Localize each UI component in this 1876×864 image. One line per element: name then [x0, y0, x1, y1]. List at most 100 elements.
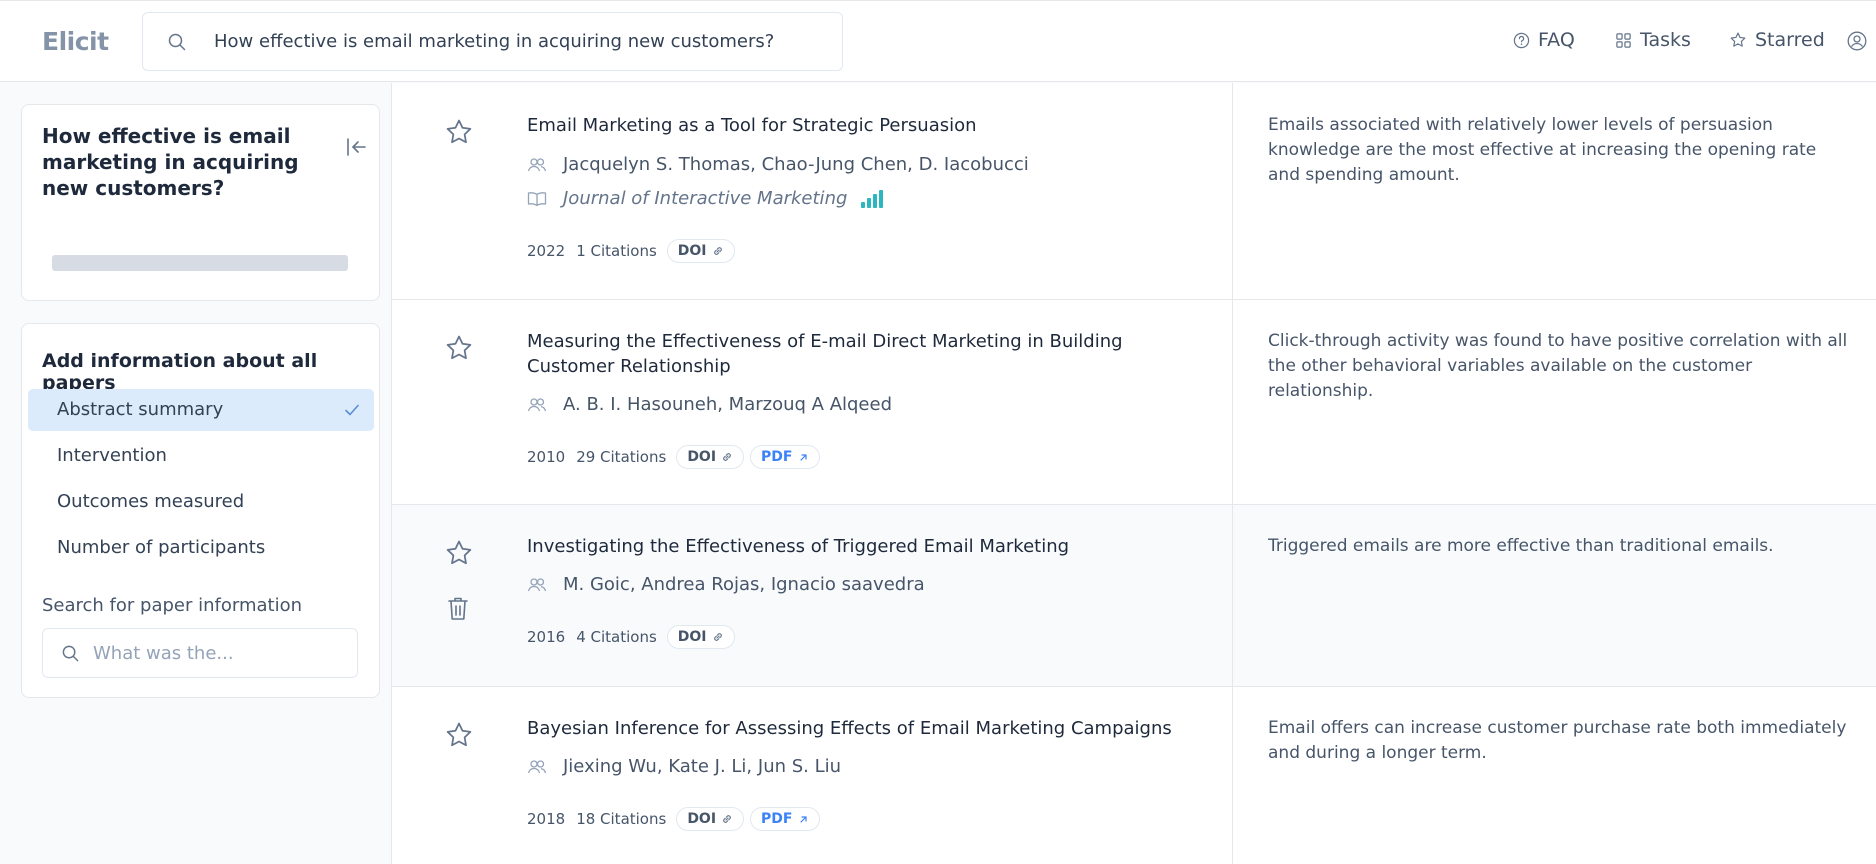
link-icon [723, 453, 731, 461]
search-icon [62, 645, 79, 662]
search-query[interactable]: How effective is email marketing in acqu… [214, 31, 774, 52]
paper-authors: A. B. I. Hasouneh, Marzouq A Alqeed [527, 394, 892, 415]
paper-citations[interactable]: 18 Citations [576, 810, 666, 828]
paper-authors: M. Goic, Andrea Rojas, Ignacio saavedra [527, 574, 925, 595]
paper-title[interactable]: Measuring the Effectiveness of E-mail Di… [527, 329, 1207, 379]
link-icon [713, 247, 722, 255]
link-icon [723, 815, 731, 823]
pdf-label: PDF [761, 449, 793, 465]
star-icon[interactable] [444, 538, 474, 568]
option-outcomes-measured[interactable]: Outcomes measured [28, 481, 374, 523]
grid-icon [1616, 32, 1631, 48]
paper-journal: Journal of Interactive Marketing [527, 188, 884, 209]
star-icon[interactable] [444, 720, 474, 750]
option-label: Number of participants [57, 537, 266, 558]
star-icon[interactable] [444, 117, 474, 147]
doi-link[interactable]: DOI [666, 625, 735, 649]
journal-quality-bars-icon [861, 189, 884, 208]
question-card: How effective is email marketing in acqu… [21, 104, 380, 301]
collapse-sidebar-icon[interactable] [344, 135, 368, 159]
journal-name: Journal of Interactive Marketing [563, 188, 848, 209]
option-label: Abstract summary [57, 399, 224, 420]
search-icon [168, 33, 186, 51]
paper-title[interactable]: Email Marketing as a Tool for Strategic … [527, 113, 1207, 138]
column-divider [1232, 687, 1233, 864]
paper-footer: 2010 29 Citations DOI PDF [527, 445, 826, 469]
paper-citations[interactable]: 1 Citations [576, 242, 657, 260]
column-divider [1232, 83, 1233, 299]
users-icon [527, 157, 547, 171]
column-divider [1232, 300, 1233, 504]
top-header: Elicit How effective is email marketing … [0, 0, 1876, 82]
doi-label: DOI [677, 629, 707, 645]
paper-citations[interactable]: 29 Citations [576, 448, 666, 466]
option-label: Intervention [57, 445, 167, 466]
paper-row[interactable]: Bayesian Inference for Assessing Effects… [392, 687, 1876, 864]
pdf-link[interactable]: PDF [750, 445, 820, 469]
results-table: Email Marketing as a Tool for Strategic … [391, 83, 1876, 864]
authors-text: M. Goic, Andrea Rojas, Ignacio saavedra [563, 574, 925, 595]
doi-link[interactable]: DOI [676, 807, 745, 831]
nav-tasks-label: Tasks [1640, 29, 1691, 51]
add-information-card: Add information about all papers Abstrac… [21, 323, 380, 698]
users-icon [527, 397, 547, 411]
nav-faq-label: FAQ [1538, 29, 1575, 51]
external-arrow-icon [799, 815, 807, 823]
trash-icon[interactable] [446, 596, 470, 622]
nav-starred[interactable]: Starred [1729, 29, 1825, 51]
paper-summary: Email offers can increase customer purch… [1268, 718, 1847, 763]
paper-info-search-placeholder: What was the... [93, 643, 234, 664]
paper-row[interactable]: Email Marketing as a Tool for Strategic … [392, 83, 1876, 300]
pdf-link[interactable]: PDF [750, 807, 820, 831]
loading-placeholder-bar [52, 255, 348, 271]
paper-year: 2016 [527, 628, 566, 646]
paper-year: 2018 [527, 810, 566, 828]
nav-faq[interactable]: FAQ [1513, 29, 1575, 51]
paper-footer: 2016 4 Citations DOI [527, 625, 741, 649]
option-abstract-summary[interactable]: Abstract summary [28, 389, 374, 431]
authors-text: Jiexing Wu, Kate J. Li, Jun S. Liu [563, 756, 842, 777]
paper-year: 2022 [527, 242, 566, 260]
paper-summary: Triggered emails are more effective than… [1268, 536, 1774, 556]
option-number-of-participants[interactable]: Number of participants [28, 527, 374, 569]
paper-title[interactable]: Bayesian Inference for Assessing Effects… [527, 716, 1207, 741]
app-logo[interactable]: Elicit [42, 27, 109, 56]
user-avatar-icon[interactable] [1847, 31, 1867, 51]
paper-footer: 2018 18 Citations DOI PDF [527, 807, 826, 831]
add-info-title: Add information about all papers [42, 350, 318, 394]
star-icon[interactable] [444, 333, 474, 363]
paper-info-search-label: Search for paper information [42, 595, 302, 616]
search-bar[interactable]: How effective is email marketing in acqu… [142, 12, 843, 71]
authors-text: Jacquelyn S. Thomas, Chao-Jung Chen, D. … [563, 154, 1029, 175]
book-open-icon [527, 191, 547, 206]
paper-citations[interactable]: 4 Citations [576, 628, 657, 646]
doi-label: DOI [677, 243, 707, 259]
doi-label: DOI [687, 449, 717, 465]
paper-authors: Jacquelyn S. Thomas, Chao-Jung Chen, D. … [527, 154, 1029, 175]
pdf-label: PDF [761, 811, 793, 827]
nav-starred-label: Starred [1755, 29, 1825, 51]
paper-footer: 2022 1 Citations DOI [527, 239, 741, 263]
nav-tasks[interactable]: Tasks [1615, 29, 1691, 51]
paper-row[interactable]: Investigating the Effectiveness of Trigg… [392, 505, 1876, 687]
paper-summary: Emails associated with relatively lower … [1268, 115, 1817, 185]
doi-link[interactable]: DOI [676, 445, 745, 469]
option-label: Outcomes measured [57, 491, 245, 512]
paper-summary: Click-through activity was found to have… [1268, 331, 1848, 401]
doi-link[interactable]: DOI [666, 239, 735, 263]
option-intervention[interactable]: Intervention [28, 435, 374, 477]
authors-text: A. B. I. Hasouneh, Marzouq A Alqeed [563, 394, 893, 415]
question-title: How effective is email marketing in acqu… [42, 124, 299, 200]
users-icon [527, 759, 547, 773]
paper-info-search-input[interactable]: What was the... [42, 628, 358, 678]
paper-year: 2010 [527, 448, 566, 466]
paper-authors: Jiexing Wu, Kate J. Li, Jun S. Liu [527, 756, 841, 777]
star-icon [1730, 32, 1746, 47]
users-icon [527, 577, 547, 591]
paper-row[interactable]: Measuring the Effectiveness of E-mail Di… [392, 300, 1876, 505]
column-divider [1232, 505, 1233, 686]
paper-title[interactable]: Investigating the Effectiveness of Trigg… [527, 534, 1207, 559]
help-circle-icon [1513, 32, 1530, 48]
link-icon [713, 633, 722, 641]
check-icon [345, 404, 359, 416]
